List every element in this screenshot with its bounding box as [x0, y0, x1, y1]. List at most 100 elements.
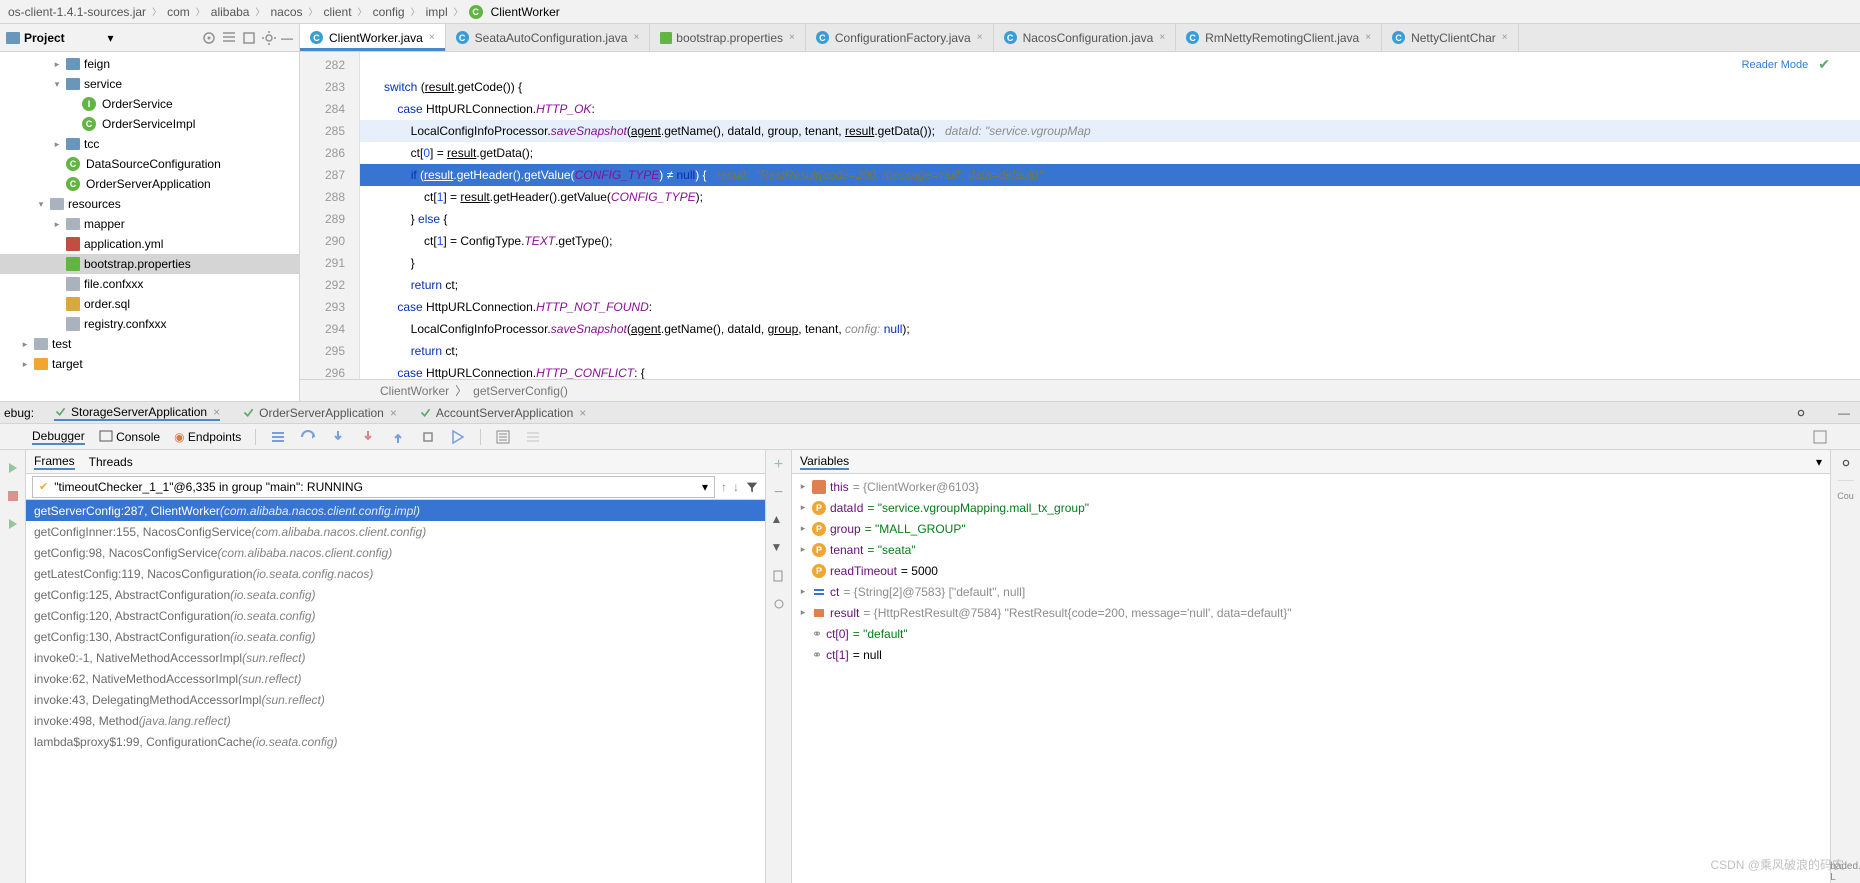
crumb[interactable]: config — [373, 5, 405, 19]
frames-tab[interactable]: Frames — [34, 454, 75, 470]
frame-row[interactable]: invoke:498, Method (java.lang.reflect) — [26, 710, 765, 731]
run-to-cursor-icon[interactable] — [450, 429, 466, 445]
thread-selector[interactable]: ✔ "timeoutChecker_1_1"@6,335 in group "m… — [26, 474, 765, 500]
frame-row[interactable]: getConfig:98, NacosConfigService (com.al… — [26, 542, 765, 563]
close-icon[interactable]: × — [789, 32, 795, 43]
filter-icon[interactable] — [745, 480, 759, 494]
force-step-into-icon[interactable] — [360, 429, 376, 445]
variable-row[interactable]: P readTimeout = 5000 — [792, 560, 1830, 581]
tree-item[interactable]: order.sql — [0, 294, 299, 314]
prev-frame-icon[interactable]: ↑ — [721, 480, 727, 494]
crumb[interactable]: nacos — [270, 5, 302, 19]
crumb[interactable]: alibaba — [211, 5, 250, 19]
frame-row[interactable]: invoke:43, DelegatingMethodAccessorImpl … — [26, 689, 765, 710]
collapse-icon[interactable] — [241, 30, 257, 46]
rerun-icon[interactable] — [5, 460, 21, 476]
tree-item[interactable]: IOrderService — [0, 94, 299, 114]
console-tab[interactable]: Console — [99, 429, 160, 444]
frame-row[interactable]: invoke0:-1, NativeMethodAccessorImpl (su… — [26, 647, 765, 668]
variable-row[interactable]: ▸P tenant = "seata" — [792, 539, 1830, 560]
reader-mode-label[interactable]: Reader Mode — [1742, 59, 1809, 71]
debug-run-tab[interactable]: StorageServerApplication × — [54, 405, 220, 421]
tree-item[interactable]: file.confxxx — [0, 274, 299, 294]
crumb[interactable]: getServerConfig() — [473, 384, 568, 398]
crumb[interactable]: os-client-1.4.1-sources.jar — [8, 5, 146, 19]
close-icon[interactable]: × — [1502, 32, 1508, 43]
editor-tabs[interactable]: CClientWorker.java×CSeataAutoConfigurati… — [300, 24, 1860, 52]
resume-icon[interactable] — [5, 516, 21, 532]
variables-tab[interactable]: Variables — [800, 454, 849, 470]
crumb[interactable]: client — [324, 5, 352, 19]
crumb[interactable]: ClientWorker — [491, 5, 560, 19]
tree-item[interactable]: registry.confxxx — [0, 314, 299, 334]
tree-item[interactable]: ▾resources — [0, 194, 299, 214]
link-icon[interactable] — [771, 596, 787, 612]
close-icon[interactable]: × — [977, 32, 983, 43]
frame-row[interactable]: invoke:62, NativeMethodAccessorImpl (sun… — [26, 668, 765, 689]
hide-icon[interactable]: — — [1838, 406, 1850, 420]
chevron-down-icon[interactable]: ▾ — [1816, 455, 1822, 469]
code-area[interactable]: switch (result.getCode()) { case HttpURL… — [360, 52, 1860, 379]
add-watch-icon[interactable]: + — [771, 456, 787, 472]
close-icon[interactable]: × — [1159, 32, 1165, 43]
crumb[interactable]: impl — [426, 5, 448, 19]
evaluate-icon[interactable] — [495, 429, 511, 445]
step-out-icon[interactable] — [390, 429, 406, 445]
frame-row[interactable]: getServerConfig:287, ClientWorker (com.a… — [26, 500, 765, 521]
next-frame-icon[interactable]: ↓ — [733, 480, 739, 494]
crumb[interactable]: com — [167, 5, 190, 19]
variable-row[interactable]: ⚭ ct[0] = "default" — [792, 623, 1830, 644]
editor-tab[interactable]: CNettyClientChar× — [1382, 24, 1519, 51]
hide-icon[interactable]: — — [281, 31, 293, 45]
frames-list[interactable]: getServerConfig:287, ClientWorker (com.a… — [26, 500, 765, 883]
tree-item[interactable]: ▸mapper — [0, 214, 299, 234]
locate-icon[interactable] — [201, 30, 217, 46]
editor-breadcrumb[interactable]: ClientWorker〉 getServerConfig() — [300, 379, 1860, 401]
tree-item[interactable]: ▸target — [0, 354, 299, 374]
layout-icon[interactable] — [1812, 429, 1828, 445]
crumb[interactable]: ClientWorker — [380, 384, 449, 398]
variable-row[interactable]: ▸P group = "MALL_GROUP" — [792, 518, 1830, 539]
variable-row[interactable]: ▸ ct = {String[2]@7583} ["default", null… — [792, 581, 1830, 602]
close-icon[interactable]: × — [1365, 32, 1371, 43]
chevron-down-icon[interactable]: ▾ — [702, 480, 708, 494]
chevron-down-icon[interactable]: ▾ — [107, 31, 113, 45]
drop-frame-icon[interactable] — [420, 429, 436, 445]
frame-row[interactable]: lambda$proxy$1:99, ConfigurationCache (i… — [26, 731, 765, 752]
close-icon[interactable]: × — [633, 32, 639, 43]
editor[interactable]: 2822832842852862872882892902912922932942… — [300, 52, 1860, 379]
stop-icon[interactable] — [5, 488, 21, 504]
show-frames-icon[interactable] — [270, 429, 286, 445]
copy-icon[interactable] — [771, 568, 787, 584]
up-icon[interactable]: ▲ — [771, 512, 787, 528]
editor-tab[interactable]: CClientWorker.java× — [300, 24, 446, 51]
variable-row[interactable]: ▸ this = {ClientWorker@6103} — [792, 476, 1830, 497]
step-over-icon[interactable] — [300, 429, 316, 445]
tree-item[interactable]: CDataSourceConfiguration — [0, 154, 299, 174]
editor-tab[interactable]: bootstrap.properties× — [650, 24, 806, 51]
tree-item[interactable]: ▸tcc — [0, 134, 299, 154]
frame-row[interactable]: getConfig:130, AbstractConfiguration (io… — [26, 626, 765, 647]
editor-tab[interactable]: CRmNettyRemotingClient.java× — [1176, 24, 1382, 51]
tree-item[interactable]: ▸test — [0, 334, 299, 354]
editor-tab[interactable]: CNacosConfiguration.java× — [994, 24, 1177, 51]
tree-item[interactable]: bootstrap.properties — [0, 254, 299, 274]
debugger-tab[interactable]: Debugger — [32, 429, 85, 445]
frame-row[interactable]: getConfig:125, AbstractConfiguration (io… — [26, 584, 765, 605]
frame-row[interactable]: getConfig:120, AbstractConfiguration (io… — [26, 605, 765, 626]
tree-item[interactable]: application.yml — [0, 234, 299, 254]
editor-tab[interactable]: CConfigurationFactory.java× — [806, 24, 994, 51]
remove-watch-icon[interactable]: − — [771, 484, 787, 500]
trace-icon[interactable] — [525, 429, 541, 445]
gear-icon[interactable] — [261, 30, 277, 46]
variable-row[interactable]: ⚭ ct[1] = null — [792, 644, 1830, 665]
endpoints-tab[interactable]: ◉ Endpoints — [174, 430, 241, 444]
tree-item[interactable]: COrderServiceImpl — [0, 114, 299, 134]
close-icon[interactable]: × — [429, 32, 435, 43]
project-tree[interactable]: ▸feign▾serviceIOrderServiceCOrderService… — [0, 52, 299, 401]
debug-run-tab[interactable]: AccountServerApplication × — [419, 405, 586, 421]
tree-item[interactable]: COrderServerApplication — [0, 174, 299, 194]
expand-icon[interactable] — [221, 30, 237, 46]
down-icon[interactable]: ▼ — [771, 540, 787, 556]
debug-run-tab[interactable]: OrderServerApplication × — [242, 405, 397, 421]
